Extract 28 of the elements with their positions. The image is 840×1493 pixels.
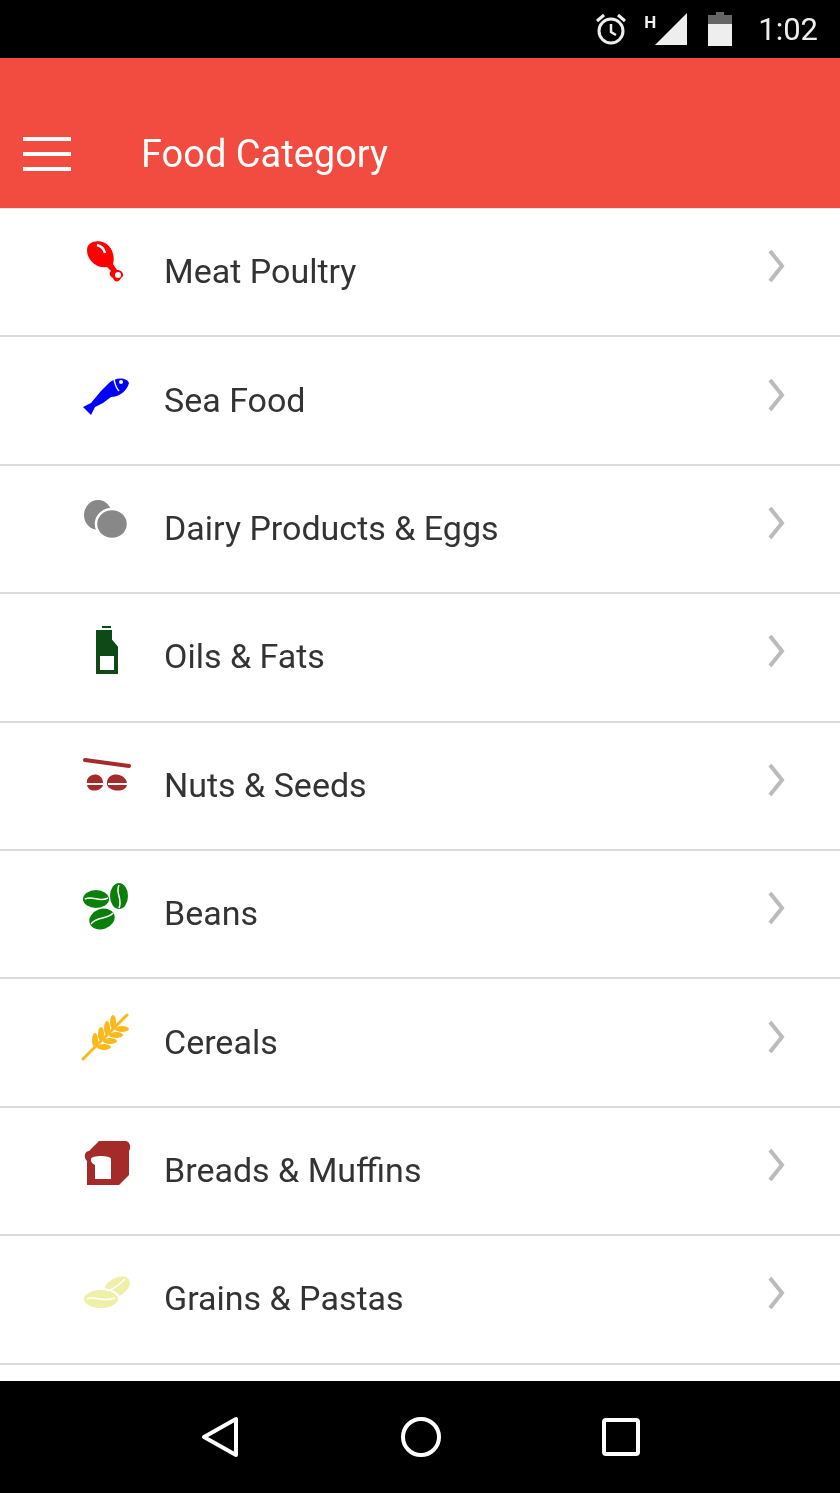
chevron-icon (767, 377, 785, 412)
menu-button[interactable] (23, 136, 71, 172)
chevron-icon (767, 1147, 785, 1182)
back-button[interactable] (200, 1415, 240, 1459)
chevron-icon (767, 1276, 785, 1311)
category-label: Nuts & Seeds (164, 764, 368, 805)
signal-icon (654, 12, 689, 46)
chevron-icon (767, 891, 785, 926)
clock-time: 1:02 (758, 10, 818, 48)
category-label: Sea Food (164, 379, 307, 420)
recents-button[interactable] (602, 1418, 640, 1456)
category-label: Beans (164, 893, 260, 934)
category-label: Meat Poultry (164, 251, 358, 292)
category-label: Dairy Products & Eggs (164, 507, 500, 548)
category-label: Grains & Pastas (164, 1278, 405, 1319)
chevron-icon (767, 1019, 785, 1054)
network-type: H (644, 12, 657, 32)
category-label: Oils & Fats (164, 636, 326, 677)
chevron-icon (767, 762, 785, 797)
category-label: Breads & Muffins (164, 1149, 423, 1190)
chevron-icon (767, 249, 785, 284)
battery-icon (708, 12, 733, 46)
category-label: Cereals (164, 1021, 279, 1062)
screen-title: Food Category (141, 132, 388, 176)
chevron-icon (767, 505, 785, 540)
home-button[interactable] (400, 1416, 442, 1458)
alarm-icon (594, 12, 629, 46)
chevron-icon (767, 634, 785, 669)
